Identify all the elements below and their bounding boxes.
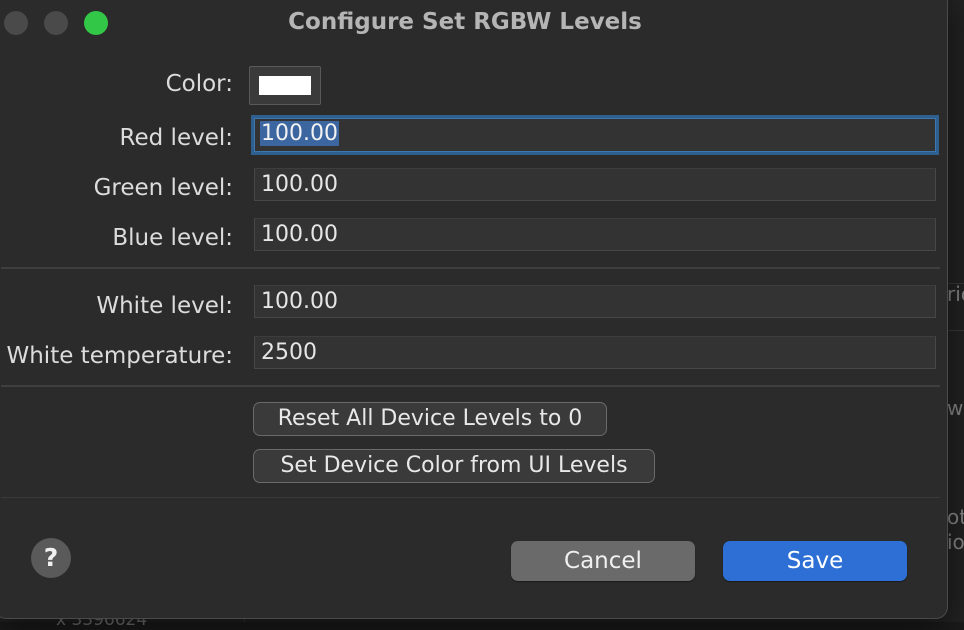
background-text-fragment: ot — [947, 505, 964, 529]
red-level-value: 100.00 — [260, 121, 339, 146]
color-swatch — [259, 76, 311, 95]
red-level-field[interactable]: 100.00 — [251, 115, 939, 155]
reset-levels-button[interactable]: Reset All Device Levels to 0 — [253, 402, 607, 436]
footer-divider — [1, 497, 940, 498]
white-temperature-label: White temperature: — [6, 343, 233, 369]
dialog-title: Configure Set RGBW Levels — [288, 9, 642, 35]
blue-level-label: Blue level: — [112, 225, 233, 251]
background-text-fragment: ric — [947, 282, 964, 306]
section-divider — [1, 267, 940, 269]
section-divider — [1, 385, 940, 387]
color-well[interactable] — [249, 66, 321, 105]
white-level-label: White level: — [96, 293, 233, 319]
red-level-label: Red level: — [119, 125, 233, 151]
white-level-field[interactable]: 100.00 — [254, 285, 936, 318]
set-device-color-button[interactable]: Set Device Color from UI Levels — [253, 449, 655, 483]
help-button[interactable]: ? — [31, 538, 71, 578]
color-label: Color: — [165, 71, 233, 97]
save-button[interactable]: Save — [723, 541, 907, 581]
background-text-fragment: io — [947, 530, 964, 554]
cancel-button[interactable]: Cancel — [511, 541, 695, 581]
white-temperature-field[interactable]: 2500 — [254, 336, 936, 369]
blue-level-field[interactable]: 100.00 — [254, 218, 936, 251]
background-text-fragment: w — [947, 396, 964, 420]
configure-rgbw-dialog: Configure Set RGBW Levels Color: Red lev… — [0, 0, 948, 619]
green-level-label: Green level: — [93, 175, 233, 201]
green-level-field[interactable]: 100.00 — [254, 168, 936, 201]
